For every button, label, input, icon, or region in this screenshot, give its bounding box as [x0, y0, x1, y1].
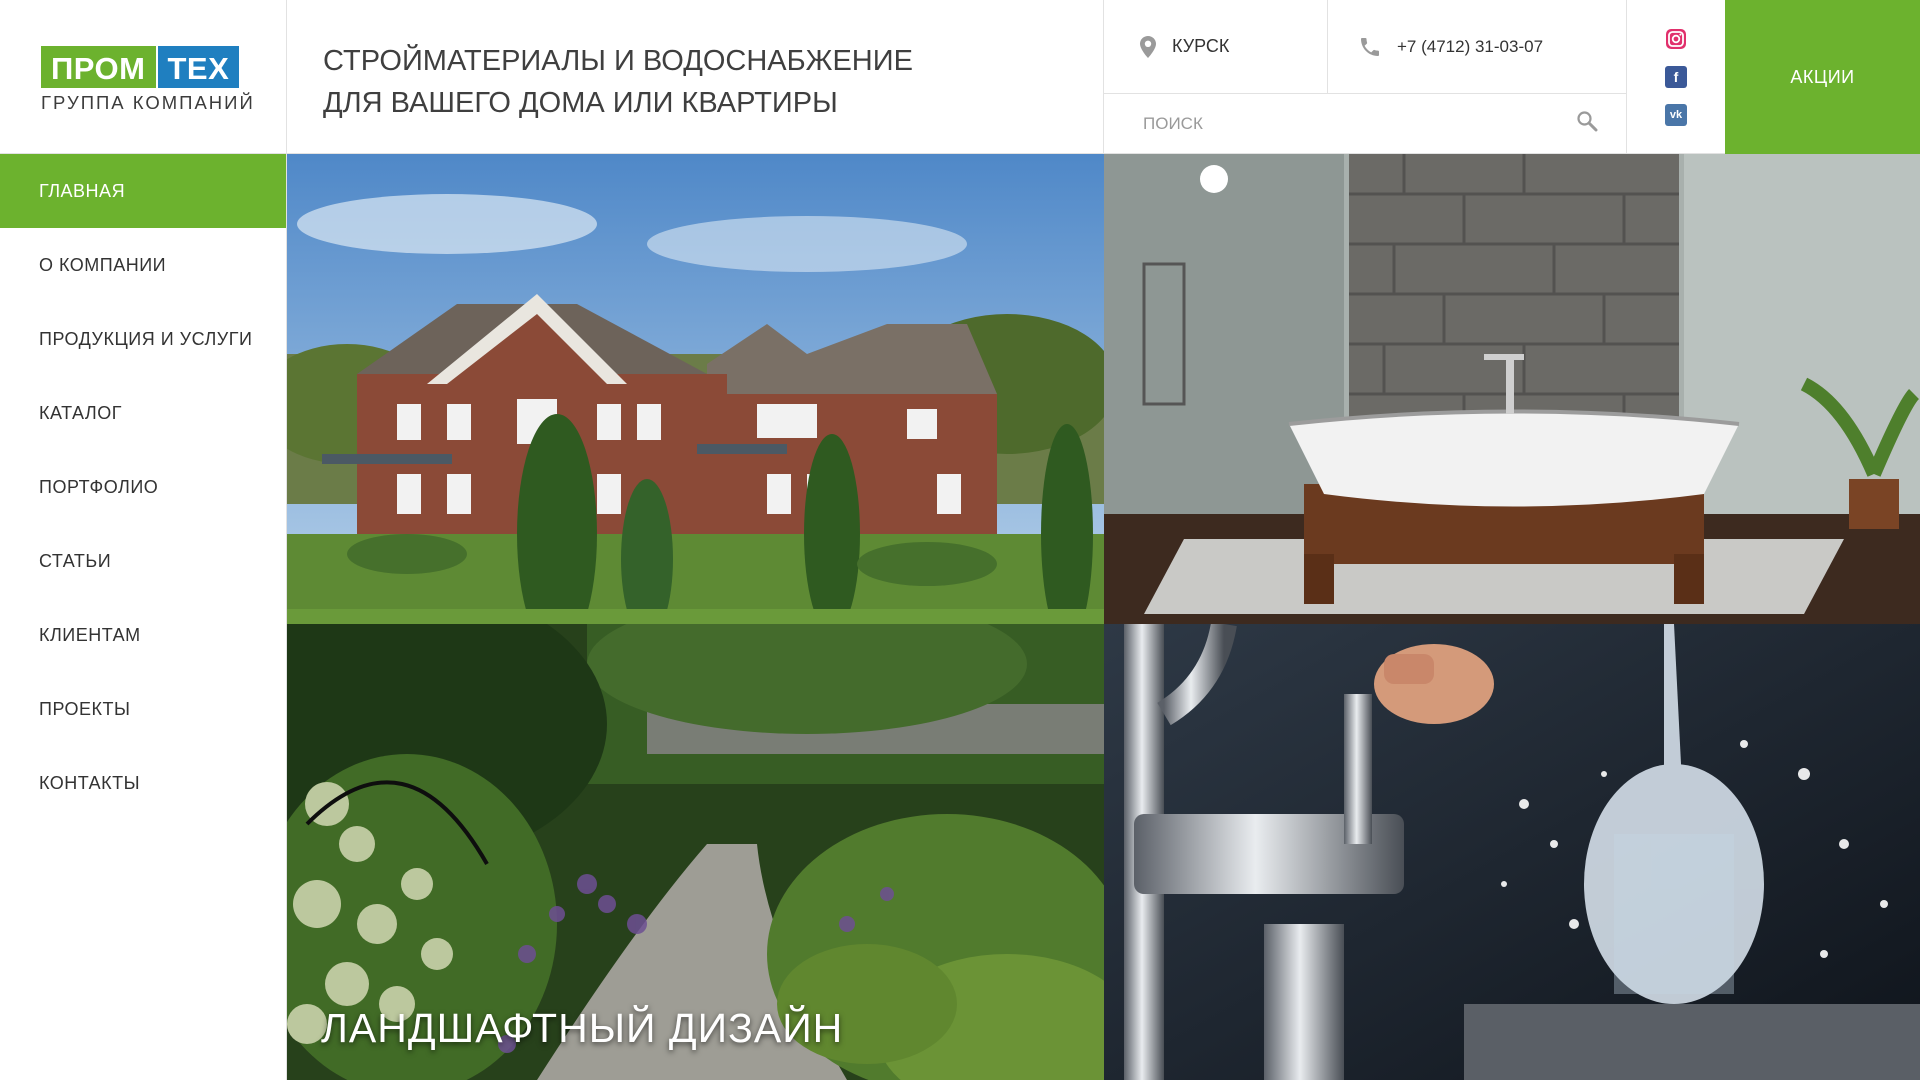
- tile-bathroom[interactable]: [1104, 154, 1920, 624]
- tagline-line-1: СТРОЙМАТЕРИАЛЫ И ВОДОСНАБЖЕНИЕ: [323, 45, 913, 77]
- logo-wordmark: ПРОМ ТЕХ: [41, 46, 255, 88]
- location-pin-icon: [1139, 35, 1157, 59]
- nav-item-portfolio[interactable]: ПОРТФОЛИО: [0, 450, 286, 524]
- logo-subtitle: ГРУППА КОМПАНИЙ: [41, 92, 255, 113]
- nav-item-clients[interactable]: КЛИЕНТАМ: [0, 598, 286, 672]
- logo-area: ПРОМ ТЕХ ГРУППА КОМПАНИЙ: [0, 0, 287, 154]
- logo-right-word: ТЕХ: [157, 46, 240, 88]
- city-label: КУРСК: [1172, 36, 1230, 56]
- social-links: f vk: [1627, 0, 1725, 154]
- facebook-glyph: f: [1673, 69, 1679, 85]
- nav-item-catalog[interactable]: КАТАЛОГ: [0, 376, 286, 450]
- logo[interactable]: ПРОМ ТЕХ ГРУППА КОМПАНИЙ: [41, 46, 255, 114]
- page: ПРОМ ТЕХ ГРУППА КОМПАНИЙ СТРОЙМАТЕРИАЛЫ …: [0, 0, 1920, 1080]
- nav-item-contacts[interactable]: КОНТАКТЫ: [0, 746, 286, 820]
- vk-icon[interactable]: vk: [1665, 104, 1687, 126]
- phone-icon: [1358, 35, 1382, 59]
- house-image: [287, 154, 1104, 624]
- vk-glyph: vk: [1669, 109, 1683, 121]
- search-bar: [1104, 94, 1627, 154]
- nav-item-products-services[interactable]: ПРОДУКЦИЯ И УСЛУГИ: [0, 302, 286, 376]
- phone-contact[interactable]: +7 (4712) 31-03-07: [1328, 0, 1627, 94]
- promotions-button[interactable]: АКЦИИ: [1725, 0, 1920, 154]
- phone-number: +7 (4712) 31-03-07: [1397, 36, 1544, 56]
- tile-house[interactable]: [287, 154, 1104, 624]
- nav-item-about[interactable]: О КОМПАНИИ: [0, 228, 286, 302]
- bathroom-image: [1104, 154, 1920, 624]
- search-icon[interactable]: [1576, 110, 1598, 137]
- landscape-caption: ЛАНДШАФТНЫЙ ДИЗАЙН: [321, 1005, 844, 1051]
- search-input[interactable]: [1143, 113, 1576, 134]
- site-tagline: СТРОЙМАТЕРИАЛЫ И ВОДОСНАБЖЕНИЕ ДЛЯ ВАШЕГ…: [287, 0, 1104, 154]
- sidebar-nav: ГЛАВНАЯ О КОМПАНИИ ПРОДУКЦИЯ И УСЛУГИ КА…: [0, 154, 287, 1080]
- instagram-icon[interactable]: [1665, 28, 1687, 50]
- nav-item-home[interactable]: ГЛАВНАЯ: [0, 154, 286, 228]
- facebook-icon[interactable]: f: [1665, 66, 1687, 88]
- logo-left-word: ПРОМ: [41, 46, 156, 88]
- tagline-line-2: ДЛЯ ВАШЕГО ДОМА ИЛИ КВАРТИРЫ: [323, 87, 838, 119]
- tile-landscape-design[interactable]: ЛАНДШАФТНЫЙ ДИЗАЙН: [287, 624, 1104, 1080]
- nav-item-projects[interactable]: ПРОЕКТЫ: [0, 672, 286, 746]
- faucet-image: [1104, 624, 1920, 1080]
- city-selector[interactable]: КУРСК: [1104, 0, 1328, 94]
- tile-water-supply[interactable]: [1104, 624, 1920, 1080]
- nav-item-articles[interactable]: СТАТЬИ: [0, 524, 286, 598]
